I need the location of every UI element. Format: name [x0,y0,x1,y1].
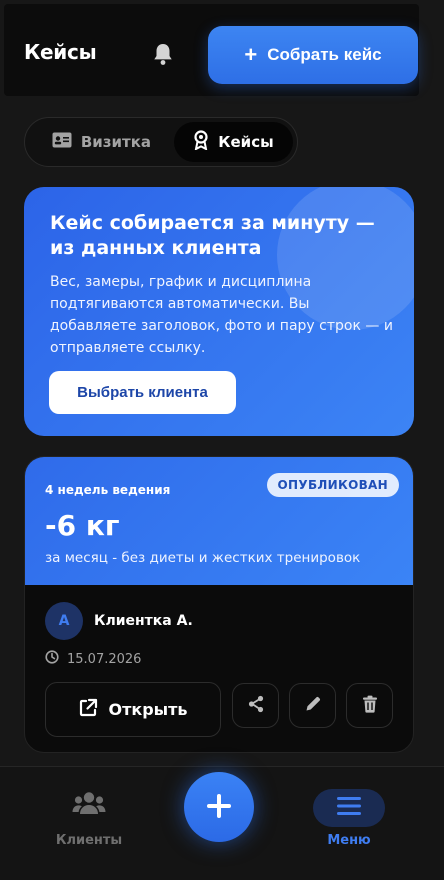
add-fab-button[interactable] [184,772,254,842]
date-row: 15.07.2026 [45,650,141,668]
award-icon [193,130,209,154]
case-subtitle: за месяц - без диеты и жестких тренирово… [45,550,361,566]
clock-icon [45,650,59,668]
menu-pill [313,789,385,827]
build-case-label: Собрать кейс [267,45,382,64]
external-link-icon [78,698,98,722]
share-icon [247,695,265,717]
case-result: -6 кг [45,509,120,542]
hamburger-icon [337,796,361,820]
plus-icon [206,793,232,822]
delete-button[interactable] [346,683,393,728]
users-icon [72,791,106,821]
page-title: Кейсы [24,40,97,64]
id-card-icon [52,132,72,152]
tab-cases[interactable]: Кейсы [173,122,293,162]
segment-control: Визитка Кейсы [24,117,298,167]
edit-button[interactable] [289,683,336,728]
bell-icon[interactable] [152,42,174,66]
status-badge: ОПУБЛИКОВАН [266,473,399,497]
select-client-button[interactable]: Выбрать клиента [49,371,236,414]
case-date: 15.07.2026 [67,651,142,667]
nav-menu-label: Меню [327,833,371,848]
tab-card-label: Визитка [80,133,152,151]
nav-clients-label: Клиенты [55,833,123,848]
open-label: Открыть [108,700,188,719]
page: Кейсы + Собрать кейс Визитка Кейсы Кейс … [0,0,444,880]
hero-title: Кейс собирается за минуту — из данных кл… [50,212,375,259]
hero-text: Вес, замеры, график и дисциплина подтяги… [50,274,393,356]
trash-icon [362,695,378,717]
nav-menu[interactable]: Меню [313,789,385,848]
build-case-button[interactable]: + Собрать кейс [208,26,418,84]
top-header: Кейсы + Собрать кейс [4,4,419,96]
nav-clients[interactable]: Клиенты [52,791,126,848]
tab-card[interactable]: Визитка [29,122,174,162]
client-name: Клиентка А. [94,613,193,629]
pencil-icon [304,695,322,717]
avatar: А [45,602,83,640]
tab-cases-label: Кейсы [218,133,274,151]
case-card: 4 недель ведения ОПУБЛИКОВАН -6 кг за ме… [24,456,414,753]
case-card-header: 4 недель ведения ОПУБЛИКОВАН -6 кг за ме… [25,457,413,585]
case-duration: 4 недель ведения [45,483,171,497]
plus-icon: + [244,42,258,67]
hero-banner: Кейс собирается за минуту — из данных кл… [24,187,414,436]
open-button[interactable]: Открыть [45,682,221,737]
share-button[interactable] [232,683,279,728]
